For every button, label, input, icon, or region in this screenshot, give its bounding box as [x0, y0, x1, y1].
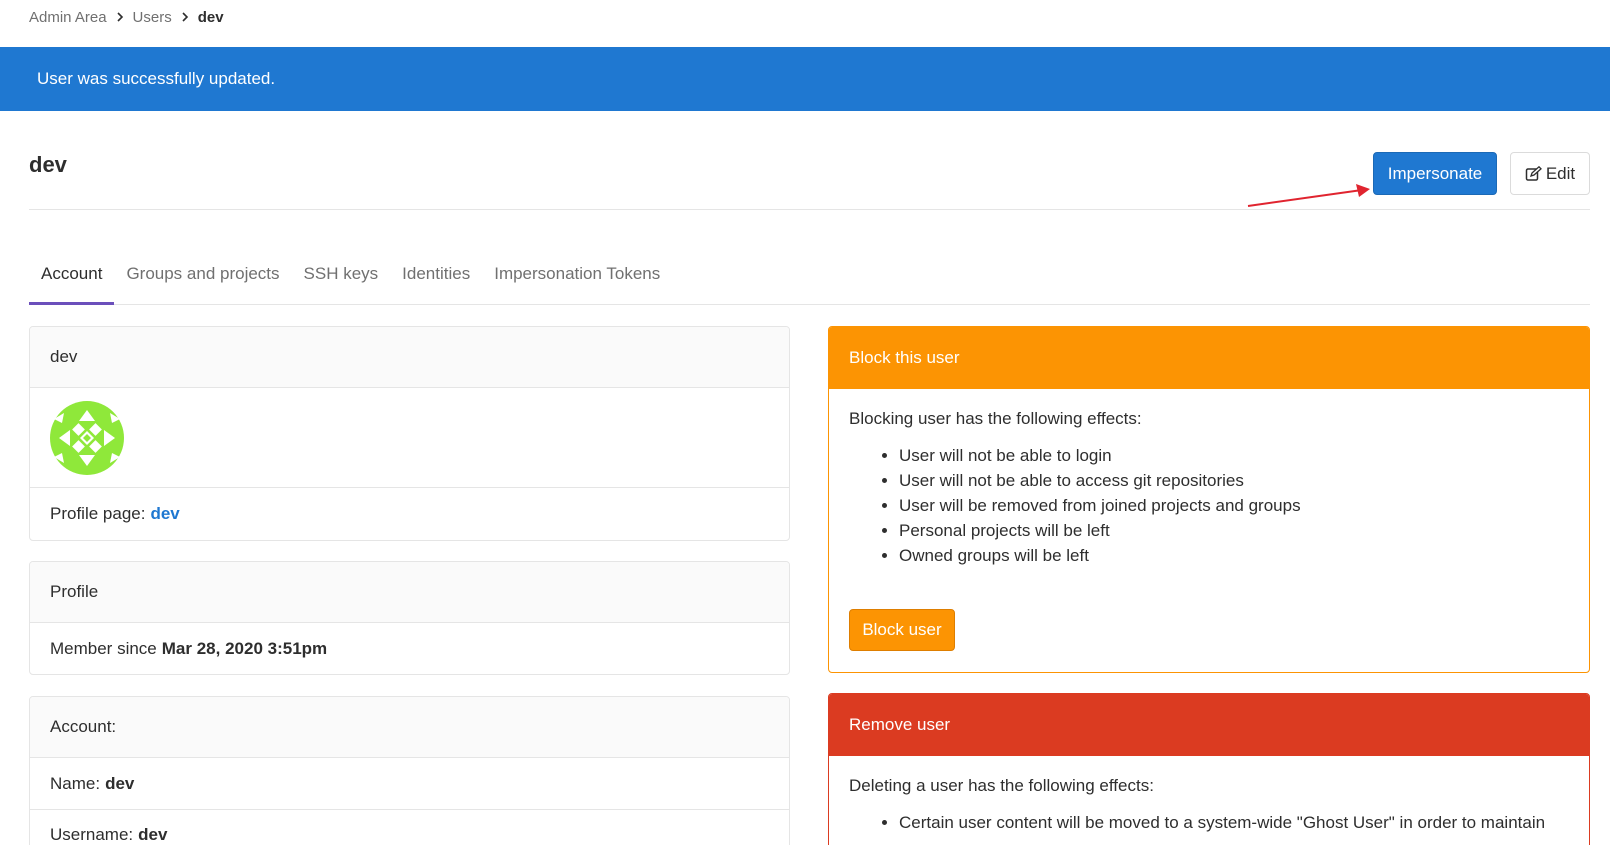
tab-ssh-keys[interactable]: SSH keys — [292, 252, 391, 305]
page-title: dev — [29, 152, 67, 177]
profile-page-row: Profile page: dev — [30, 488, 789, 540]
tab-account[interactable]: Account — [29, 252, 115, 305]
list-item: User will not be able to access git repo… — [899, 468, 1569, 493]
avatar-row — [30, 388, 789, 488]
block-user-button[interactable]: Block user — [849, 609, 955, 651]
breadcrumb-admin-area[interactable]: Admin Area — [29, 9, 107, 26]
flash-notice: User was successfully updated. — [0, 47, 1610, 111]
member-since-label: Member since — [50, 638, 157, 658]
user-card: dev Profile page: dev — [29, 326, 790, 541]
username-row: Username: dev — [30, 810, 789, 845]
block-panel-title: Block this user — [829, 327, 1589, 389]
account-card: Account: Name: dev Username: dev — [29, 696, 790, 845]
header-divider — [29, 209, 1590, 210]
user-tabs: Account Groups and projects SSH keys Ide… — [29, 252, 1590, 305]
edit-button[interactable]: Edit — [1510, 152, 1590, 195]
impersonate-button[interactable]: Impersonate — [1373, 152, 1497, 195]
edit-icon — [1525, 165, 1542, 181]
list-item: Owned groups will be left — [899, 543, 1569, 568]
remove-user-panel: Remove user Deleting a user has the foll… — [828, 693, 1590, 845]
breadcrumb-current[interactable]: dev — [198, 9, 224, 26]
avatar — [50, 400, 124, 475]
admin-user-page: Admin Area Users dev User was successful… — [0, 0, 1610, 845]
tab-groups-and-projects[interactable]: Groups and projects — [114, 252, 291, 305]
name-value: dev — [105, 773, 135, 793]
flash-message: User was successfully updated. — [37, 69, 276, 88]
name-row: Name: dev — [30, 758, 789, 810]
tab-impersonation-tokens[interactable]: Impersonation Tokens — [482, 252, 672, 305]
edit-button-label: Edit — [1545, 163, 1576, 183]
list-item: User will not be able to login — [899, 443, 1569, 468]
block-user-panel: Block this user Blocking user has the fo… — [828, 326, 1590, 673]
list-item: Certain user content will be moved to a … — [899, 810, 1569, 835]
profile-page-link[interactable]: dev — [150, 504, 179, 524]
block-panel-body: Blocking user has the following effects:… — [829, 389, 1589, 588]
user-card-title: dev — [30, 327, 789, 388]
breadcrumb: Admin Area Users dev — [29, 0, 224, 34]
member-since-row: Member since Mar 28, 2020 3:51pm — [30, 623, 789, 674]
chevron-right-icon — [116, 12, 124, 22]
block-panel-intro: Blocking user has the following effects: — [849, 409, 1142, 428]
list-item: User will be removed from joined project… — [899, 493, 1569, 518]
remove-effects-list: Certain user content will be moved to a … — [899, 810, 1569, 835]
remove-panel-title: Remove user — [829, 694, 1589, 756]
profile-card: Profile Member since Mar 28, 2020 3:51pm — [29, 561, 790, 675]
username-value: dev — [138, 825, 168, 844]
chevron-right-icon — [181, 12, 189, 22]
annotation-arrow — [1247, 184, 1370, 207]
member-since-value: Mar 28, 2020 3:51pm — [161, 638, 328, 658]
tab-identities[interactable]: Identities — [390, 252, 482, 305]
remove-panel-body: Deleting a user has the following effect… — [829, 756, 1589, 845]
account-card-title: Account: — [30, 697, 789, 758]
remove-panel-intro: Deleting a user has the following effect… — [849, 776, 1154, 795]
block-effects-list: User will not be able to login User will… — [899, 443, 1569, 568]
username-label: Username: — [50, 825, 134, 844]
name-label: Name: — [50, 773, 101, 793]
list-item: Personal projects will be left — [899, 518, 1569, 543]
breadcrumb-users[interactable]: Users — [133, 9, 172, 26]
profile-page-label: Profile page: — [50, 504, 146, 523]
profile-card-title: Profile — [30, 562, 789, 623]
